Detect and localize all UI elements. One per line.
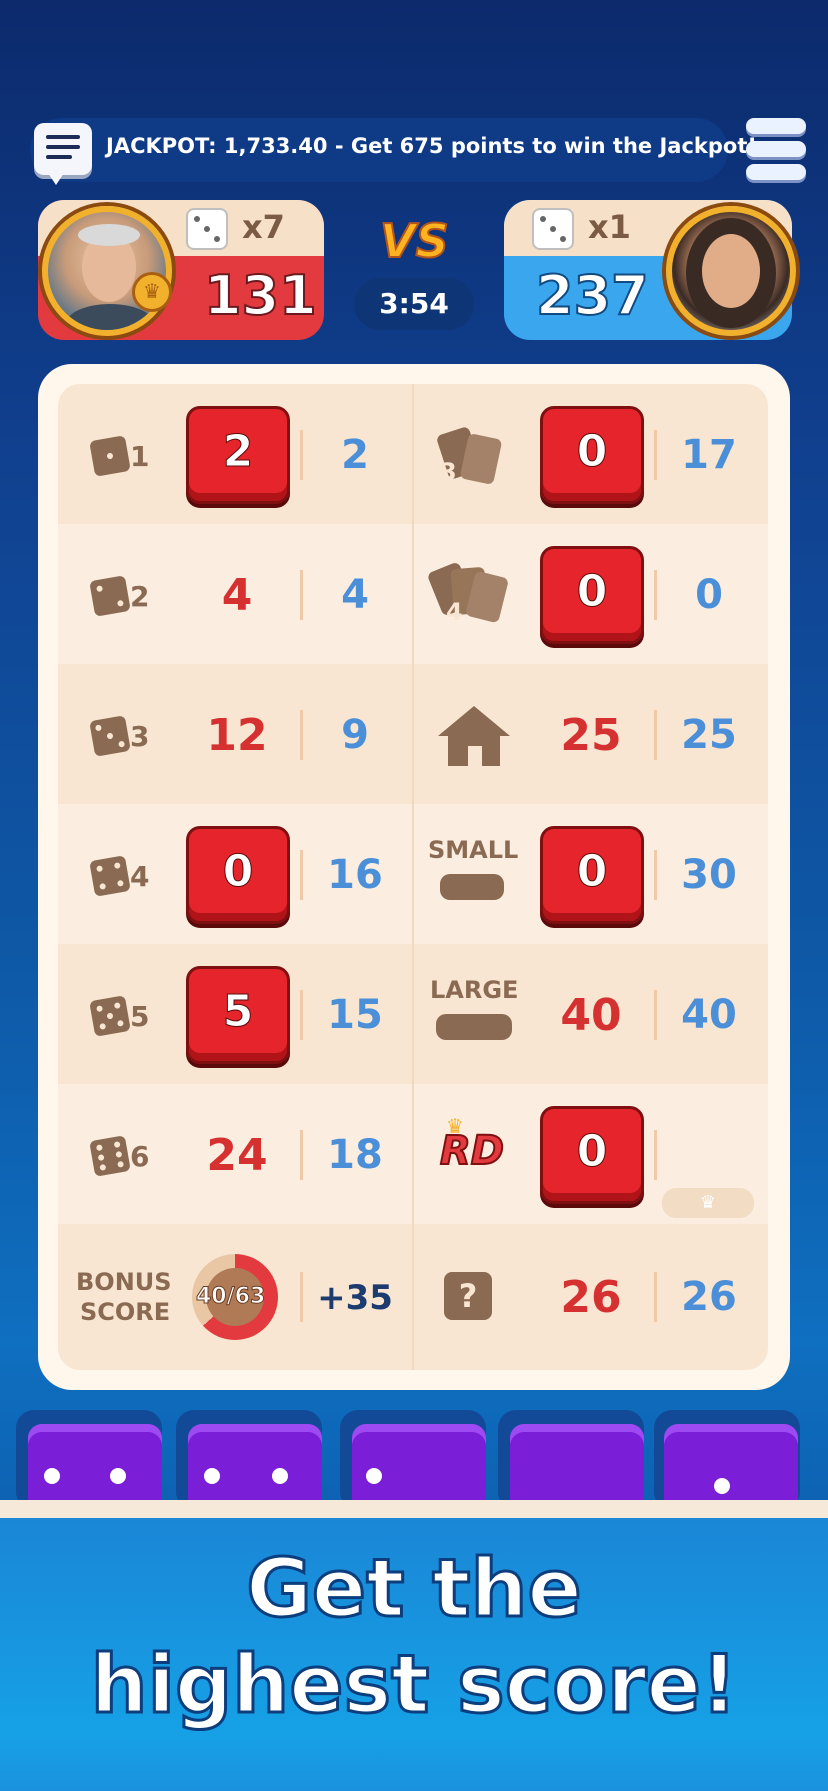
fives-label: 5 <box>130 1000 150 1033</box>
player1-dice-multiplier: x7 <box>242 208 285 246</box>
full-house-score-value[interactable]: 25 <box>546 710 636 761</box>
three-of-a-kind-score-button[interactable]: 0 <box>540 406 644 504</box>
purple-die[interactable] <box>510 1424 644 1510</box>
slogan-line2: highest score! <box>89 1637 739 1733</box>
purple-die[interactable] <box>188 1424 322 1510</box>
fours-opponent-value: 16 <box>327 852 383 898</box>
four-of-a-kind-opponent-value: 0 <box>695 572 723 618</box>
threes-icon <box>89 715 131 757</box>
player1-avatar[interactable] <box>42 206 172 336</box>
full-house-icon <box>438 706 510 768</box>
fives-score-button[interactable]: 5 <box>186 966 290 1064</box>
three-of-a-kind-opponent-value: 17 <box>681 432 737 478</box>
purple-die[interactable] <box>352 1424 486 1510</box>
opponent-crown-icon: ♛ <box>662 1188 754 1218</box>
large-straight-label: LARGE <box>430 976 519 1004</box>
sixes-label: 6 <box>130 1140 150 1173</box>
threes-opponent-value: 9 <box>341 712 369 758</box>
four-of-a-kind-score-button[interactable]: 0 <box>540 546 644 644</box>
rd-bonus-score-button[interactable]: 0 <box>540 1106 644 1204</box>
ones-label: 1 <box>130 440 150 473</box>
small-straight-score-button[interactable]: 0 <box>540 826 644 924</box>
twos-score-value[interactable]: 4 <box>192 570 282 621</box>
small-straight-opponent-value: 30 <box>681 852 737 898</box>
jackpot-text: JACKPOT: 1,733.40 - Get 675 points to wi… <box>106 134 757 158</box>
player2-score: 237 <box>535 263 650 328</box>
chance-score-value[interactable]: 26 <box>546 1272 636 1323</box>
menu-icon[interactable] <box>746 114 806 184</box>
chat-icon[interactable] <box>34 123 92 185</box>
player2-avatar[interactable] <box>666 206 796 336</box>
fours-label: 4 <box>130 860 150 893</box>
bonus-progress-text: 40/63 <box>195 1284 266 1310</box>
sixes-opponent-value: 18 <box>327 1132 383 1178</box>
four-of-a-kind-label: 4 <box>446 598 463 626</box>
small-straight-label: SMALL <box>428 836 519 864</box>
full-house-opponent-value: 25 <box>681 712 737 758</box>
purple-die[interactable] <box>28 1424 162 1510</box>
vs-label: VS <box>379 213 450 269</box>
chance-icon: ? <box>444 1272 492 1320</box>
timer: 3:54 <box>354 278 474 330</box>
sixes-score-value[interactable]: 24 <box>192 1130 282 1181</box>
bonus-label-line2: SCORE <box>80 1298 171 1326</box>
dice-icon <box>186 208 228 250</box>
fives-icon <box>89 995 131 1037</box>
slogan-line1: Get the <box>245 1541 583 1637</box>
fives-opponent-value: 15 <box>327 992 383 1038</box>
threes-label: 3 <box>130 720 150 753</box>
player2-dice-multiplier: x1 <box>588 208 631 246</box>
fours-score-button[interactable]: 0 <box>186 826 290 924</box>
three-of-a-kind-label: 3 <box>440 458 457 486</box>
twos-icon <box>89 575 131 617</box>
threes-score-value[interactable]: 12 <box>192 710 282 761</box>
four-of-a-kind-icon <box>426 561 514 628</box>
ones-icon <box>89 435 131 477</box>
twos-label: 2 <box>130 580 150 613</box>
purple-die[interactable] <box>664 1424 798 1510</box>
bonus-label-line1: BONUS <box>76 1268 172 1296</box>
crown-badge-icon: ♛ <box>132 272 172 312</box>
twos-opponent-value: 4 <box>341 572 369 618</box>
bonus-points: +35 <box>317 1278 393 1318</box>
large-straight-score-value[interactable]: 40 <box>546 990 636 1041</box>
rd-crown-icon: ♛ <box>446 1114 464 1138</box>
fours-icon <box>89 855 131 897</box>
large-straight-opponent-value: 40 <box>681 992 737 1038</box>
chance-opponent-value: 26 <box>681 1274 737 1320</box>
large-straight-icon <box>436 1014 512 1040</box>
sixes-icon <box>89 1135 131 1177</box>
dice-icon <box>532 208 574 250</box>
player1-score: 131 <box>203 263 318 328</box>
scorecard-grid <box>58 384 768 1370</box>
ones-opponent-value: 2 <box>341 432 369 478</box>
small-straight-icon <box>440 874 504 900</box>
ones-score-button[interactable]: 2 <box>186 406 290 504</box>
